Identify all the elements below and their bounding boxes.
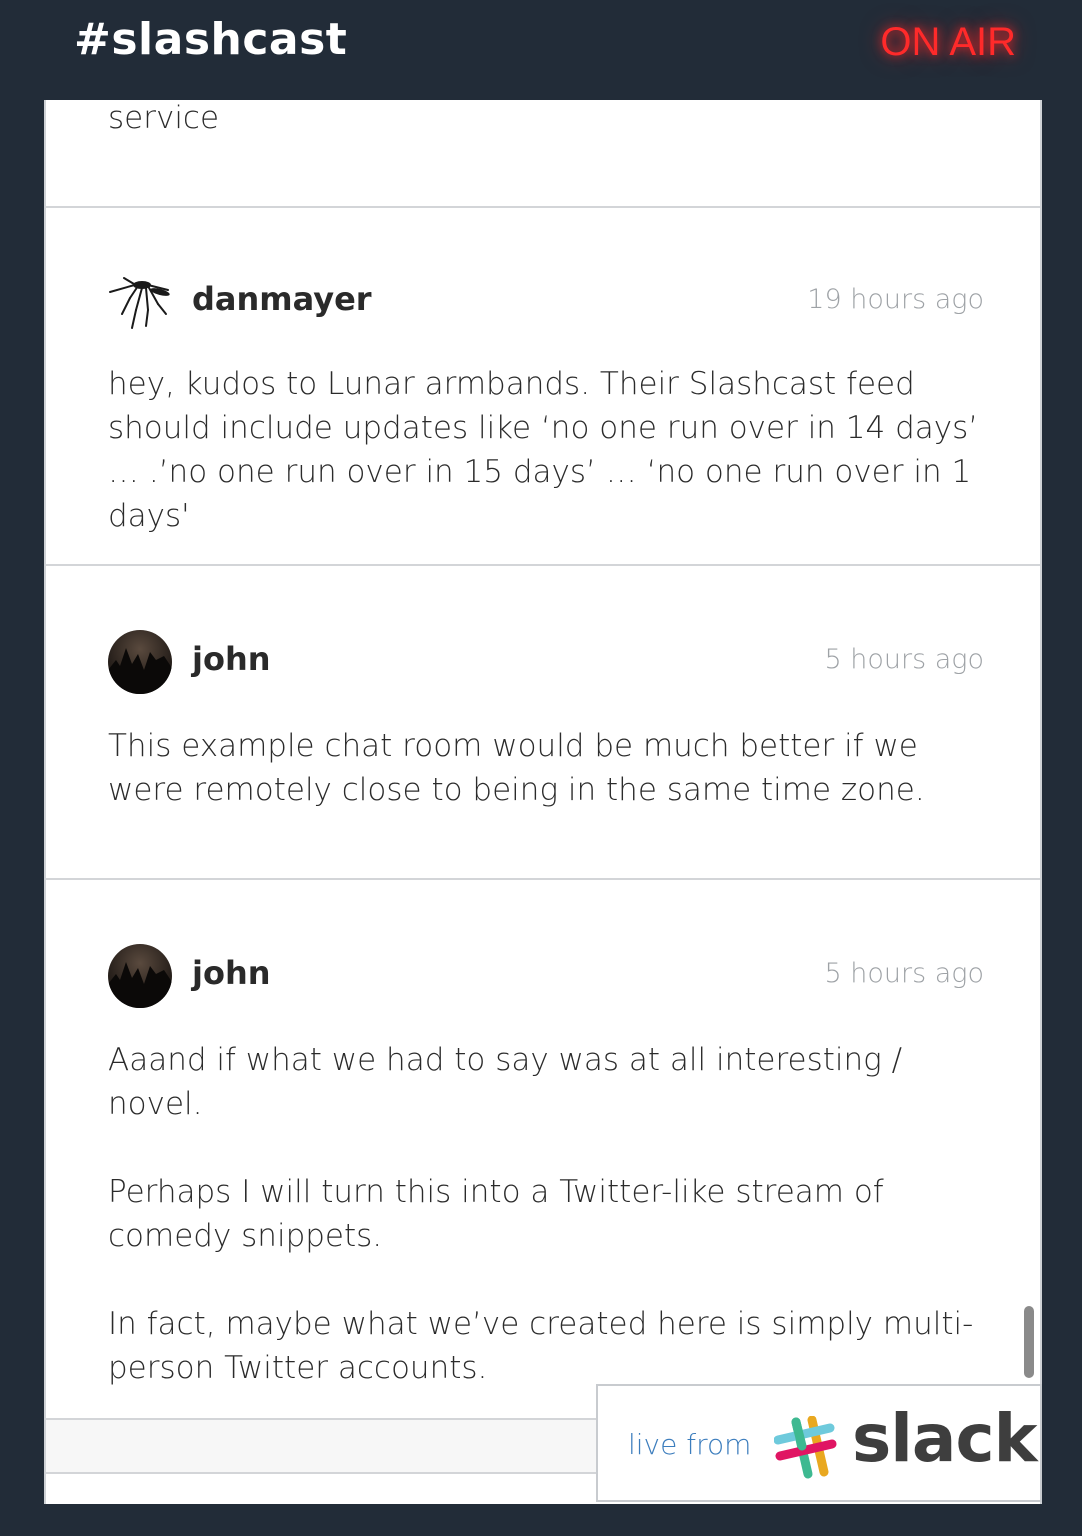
live-from-slack-badge[interactable]: live from slack: [596, 1384, 1042, 1502]
message-divider: [46, 206, 1040, 208]
message-body: Aaand if what we had to say was at all i…: [108, 1038, 988, 1390]
message-text: hey, kudos to Lunar armbands. Their Slas…: [108, 366, 979, 534]
slack-logo-icon: [773, 1415, 838, 1480]
message-divider: [46, 878, 1040, 880]
truncated-message-text: service: [108, 100, 220, 136]
avatar[interactable]: [108, 944, 172, 1008]
channel-title: #slashcast: [74, 14, 348, 65]
message-divider: [46, 564, 1040, 566]
message-feed[interactable]: service danmayer 19 hours ago hey, kudos…: [44, 100, 1042, 1504]
message-timestamp: 5 hours ago: [824, 644, 984, 675]
message-body: hey, kudos to Lunar armbands. Their Slas…: [108, 362, 988, 538]
username[interactable]: john: [192, 954, 271, 992]
message-timestamp: 19 hours ago: [807, 284, 984, 315]
live-from-label[interactable]: live from: [628, 1428, 751, 1461]
username[interactable]: danmayer: [192, 280, 372, 318]
message-text: In fact, maybe what we’ve created here i…: [108, 1306, 974, 1386]
feed-scrollbar[interactable]: [1024, 1306, 1034, 1378]
message-text: Perhaps I will turn this into a Twitter-…: [108, 1174, 884, 1254]
avatar[interactable]: [108, 630, 172, 694]
message-timestamp: 5 hours ago: [824, 958, 984, 989]
message-text: Aaand if what we had to say was at all i…: [108, 1042, 903, 1122]
slack-wordmark[interactable]: slack: [852, 1400, 1037, 1477]
app-header: #slashcast ON AIR: [44, 0, 1038, 100]
message-input-bar[interactable]: [46, 1418, 606, 1474]
username[interactable]: john: [192, 640, 271, 678]
message-text: This example chat room would be much bet…: [108, 728, 925, 808]
message-header: danmayer 19 hours ago: [108, 270, 984, 334]
mosquito-icon[interactable]: [108, 270, 172, 334]
on-air-indicator: ON AIR: [880, 20, 1016, 64]
message-body: This example chat room would be much bet…: [108, 724, 988, 812]
message-header: john 5 hours ago: [108, 630, 984, 694]
message-header: john 5 hours ago: [108, 944, 984, 1008]
